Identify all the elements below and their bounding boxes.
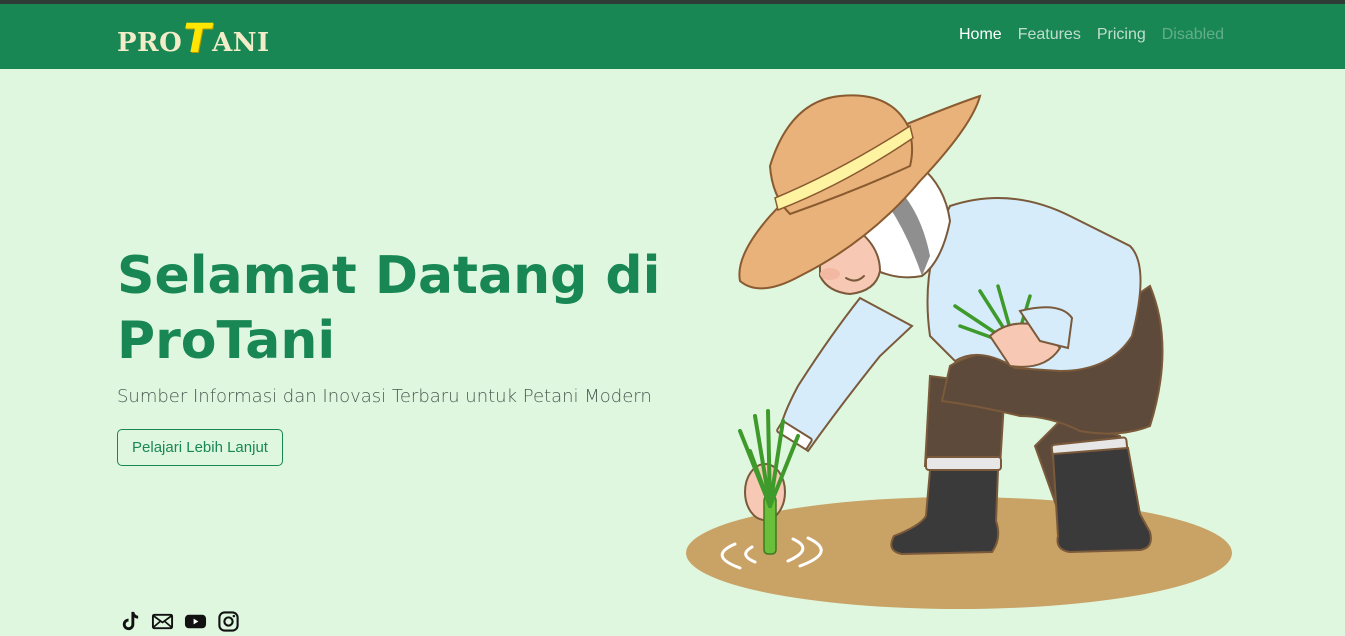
- farmer-illustration: [686, 94, 1232, 609]
- brand-text-ani: ANI: [212, 28, 270, 58]
- learn-more-button[interactable]: Pelajari Lebih Lanjut: [117, 429, 283, 466]
- mail-icon[interactable]: [151, 610, 174, 633]
- nav-item-home: Home: [959, 26, 1002, 44]
- social-links: [118, 610, 240, 633]
- tiktok-icon[interactable]: [118, 610, 141, 633]
- hero-title: Selamat Datang di ProTani: [117, 246, 661, 371]
- brand-logo[interactable]: PRO T ANI: [117, 16, 270, 62]
- youtube-icon[interactable]: [184, 610, 207, 633]
- hero-subtitle: Sumber Informasi dan Inovasi Terbaru unt…: [117, 386, 652, 407]
- brand-text-t: T: [183, 16, 212, 62]
- nav-menu: Home Features Pricing Disabled: [959, 26, 1224, 44]
- instagram-icon[interactable]: [217, 610, 240, 633]
- nav-item-disabled: Disabled: [1162, 26, 1224, 44]
- nav-link-pricing[interactable]: Pricing: [1097, 26, 1146, 43]
- navbar: PRO T ANI Home Features Pricing Disabled: [0, 4, 1345, 69]
- nav-item-pricing: Pricing: [1097, 26, 1146, 44]
- nav-link-disabled: Disabled: [1161, 26, 1224, 43]
- brand-text-pro: PRO: [117, 28, 183, 58]
- nav-link-home[interactable]: Home: [959, 26, 1002, 43]
- nav-item-features: Features: [1018, 26, 1081, 44]
- nav-link-features[interactable]: Features: [1018, 26, 1081, 43]
